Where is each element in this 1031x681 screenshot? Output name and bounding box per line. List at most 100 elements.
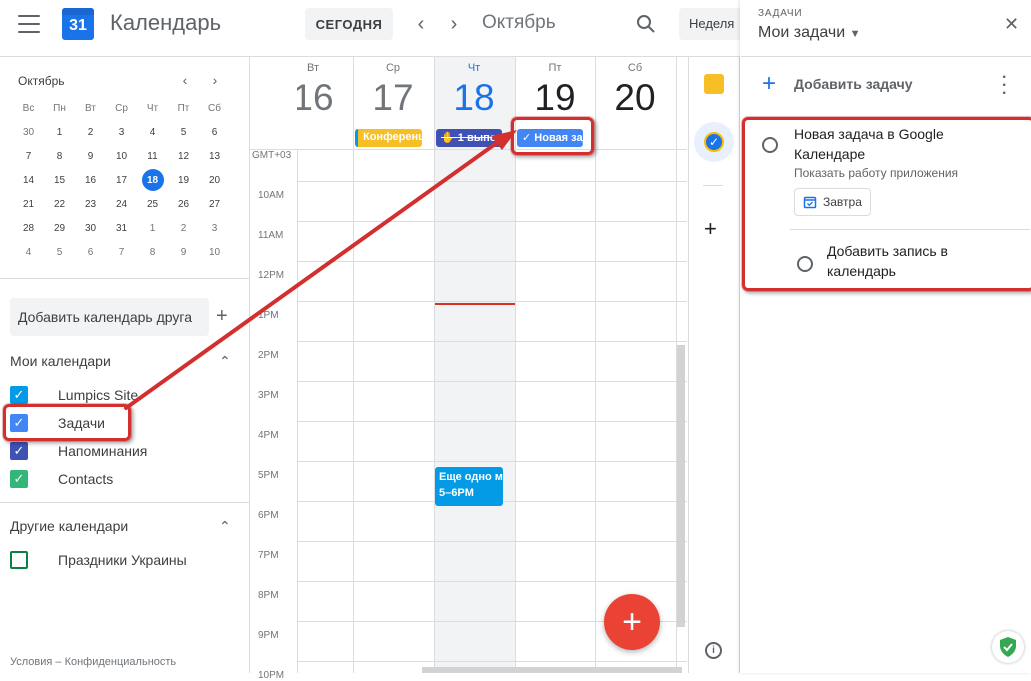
terms-link[interactable]: Условия – Конфиденциальность xyxy=(10,656,176,668)
checkbox-icon[interactable]: ✓ xyxy=(10,442,28,460)
chevron-up-icon[interactable]: ⌃ xyxy=(219,518,231,535)
checkbox-icon[interactable]: ✓ xyxy=(10,386,28,404)
mini-calendar-day[interactable]: 4 xyxy=(137,120,168,144)
day-header[interactable]: Ср 17 xyxy=(353,62,433,118)
mini-calendar-day[interactable]: 26 xyxy=(168,192,199,216)
hour-gridline xyxy=(297,461,687,462)
mini-calendar-day[interactable]: 9 xyxy=(168,240,199,264)
vertical-scrollbar[interactable] xyxy=(677,345,685,627)
mini-calendar-day[interactable]: 3 xyxy=(106,120,137,144)
hour-label: 5PM xyxy=(258,470,279,481)
mini-calendar-day[interactable]: 1 xyxy=(44,120,75,144)
shield-icon[interactable] xyxy=(992,631,1024,663)
calendar-item-label: Напоминания xyxy=(58,443,148,459)
mini-calendar-day[interactable]: 12 xyxy=(168,144,199,168)
calendar-item-reminders[interactable]: ✓ Напоминания xyxy=(10,438,147,464)
checkbox-icon[interactable] xyxy=(10,551,28,569)
keep-icon[interactable] xyxy=(704,74,724,94)
hour-gridline xyxy=(297,661,687,662)
mini-calendar-day[interactable]: 6 xyxy=(199,120,230,144)
mini-calendar-day[interactable]: 2 xyxy=(75,120,106,144)
mini-calendar-day[interactable]: 1 xyxy=(137,216,168,240)
mini-calendar-day[interactable]: 19 xyxy=(168,168,199,192)
view-selector-button[interactable]: Неделя xyxy=(679,8,749,40)
mini-calendar-day[interactable]: 5 xyxy=(168,120,199,144)
mini-calendar-day[interactable]: 23 xyxy=(75,192,106,216)
mini-calendar-day[interactable]: 25 xyxy=(137,192,168,216)
mini-calendar-day[interactable]: 7 xyxy=(13,144,44,168)
main-menu-icon[interactable] xyxy=(18,15,40,33)
current-time-line xyxy=(435,303,515,305)
mini-calendar-day[interactable]: 11 xyxy=(137,144,168,168)
mini-calendar-day[interactable]: 27 xyxy=(199,192,230,216)
month-title: Октябрь xyxy=(482,12,556,33)
info-icon[interactable]: i xyxy=(705,642,722,659)
task-list-title: Мои задачи xyxy=(758,24,846,41)
chip-label: 1 выполнено xyxy=(457,132,502,144)
mini-calendar-day[interactable]: 2 xyxy=(168,216,199,240)
day-name: Сб xyxy=(627,62,643,74)
mini-calendar-day[interactable]: 8 xyxy=(44,144,75,168)
mini-calendar-day[interactable]: 4 xyxy=(13,240,44,264)
mini-calendar-day[interactable]: 10 xyxy=(106,144,137,168)
day-number[interactable]: 16 xyxy=(292,77,333,118)
mini-calendar-day[interactable]: 20 xyxy=(199,168,230,192)
event-chip-done[interactable]: ✋ 1 выполнено xyxy=(436,129,502,147)
mini-calendar-day[interactable]: 14 xyxy=(13,168,44,192)
next-week-icon[interactable]: › xyxy=(442,12,466,36)
create-event-button[interactable]: + xyxy=(604,594,660,650)
mini-calendar-day[interactable]: 17 xyxy=(106,168,137,192)
other-calendars-title[interactable]: Другие календари xyxy=(10,518,128,534)
hour-gridline xyxy=(297,221,687,222)
event-block[interactable]: Еще одно мероприятие 5–6PM xyxy=(435,467,503,506)
task-list-selector[interactable]: Мои задачи ▼ xyxy=(758,24,861,42)
mini-calendar-day[interactable]: 18 xyxy=(141,169,164,191)
mini-calendar-day[interactable]: 13 xyxy=(199,144,230,168)
mini-calendar-day[interactable]: 9 xyxy=(75,144,106,168)
tasks-app-icon[interactable]: ✓ xyxy=(694,122,734,162)
day-header[interactable]: Пт 19 xyxy=(515,62,595,118)
mini-calendar-day[interactable]: 22 xyxy=(44,192,75,216)
mini-calendar-day[interactable]: 16 xyxy=(75,168,106,192)
more-vert-icon[interactable]: · · · xyxy=(1002,70,1007,102)
mini-calendar-day[interactable]: 6 xyxy=(75,240,106,264)
add-task-icon[interactable]: + xyxy=(762,70,776,98)
add-task-button[interactable]: Добавить задачу xyxy=(794,76,913,92)
prev-week-icon[interactable]: ‹ xyxy=(409,12,433,36)
mini-calendar-day[interactable]: 30 xyxy=(75,216,106,240)
mini-calendar-day[interactable]: 21 xyxy=(13,192,44,216)
mini-calendar-day[interactable]: 24 xyxy=(106,192,137,216)
mini-next-icon[interactable]: › xyxy=(205,70,225,90)
day-number[interactable]: 20 xyxy=(614,77,655,118)
mini-calendar-day[interactable]: 31 xyxy=(106,216,137,240)
mini-prev-icon[interactable]: ‹ xyxy=(175,70,195,90)
checkbox-icon[interactable]: ✓ xyxy=(10,470,28,488)
calendar-item-contacts[interactable]: ✓ Contacts xyxy=(10,466,113,492)
day-header-today[interactable]: Чт 18 xyxy=(434,62,514,118)
add-calendar-plus-icon[interactable]: + xyxy=(216,305,228,328)
mini-calendar-day[interactable]: 8 xyxy=(137,240,168,264)
chevron-up-icon[interactable]: ⌃ xyxy=(219,353,231,370)
mini-calendar-day[interactable]: 29 xyxy=(44,216,75,240)
mini-calendar-day[interactable]: 5 xyxy=(44,240,75,264)
mini-calendar-day[interactable]: 15 xyxy=(44,168,75,192)
today-button[interactable]: СЕГОДНЯ xyxy=(305,8,393,40)
day-number[interactable]: 17 xyxy=(372,77,413,118)
horizontal-scrollbar[interactable] xyxy=(422,667,682,673)
search-icon[interactable] xyxy=(634,12,658,36)
day-header[interactable]: Сб 20 xyxy=(595,62,675,118)
my-calendars-title[interactable]: Мои календари xyxy=(10,353,111,369)
calendar-item-holidays[interactable]: Праздники Украины xyxy=(10,547,187,573)
day-number[interactable]: 19 xyxy=(534,77,575,118)
add-addon-icon[interactable]: + xyxy=(704,216,717,242)
mini-calendar-day[interactable]: 28 xyxy=(13,216,44,240)
weekday-label: Пн xyxy=(53,102,66,114)
add-friend-calendar-input[interactable]: Добавить календарь друга xyxy=(10,298,209,336)
event-chip-conference[interactable]: Конференция xyxy=(355,129,422,147)
mini-calendar-day[interactable]: 30 xyxy=(13,120,44,144)
mini-calendar-day[interactable]: 10 xyxy=(199,240,230,264)
close-icon[interactable]: ✕ xyxy=(1004,14,1019,35)
day-number[interactable]: 18 xyxy=(453,77,494,118)
mini-calendar-day[interactable]: 3 xyxy=(199,216,230,240)
mini-calendar-day[interactable]: 7 xyxy=(106,240,137,264)
